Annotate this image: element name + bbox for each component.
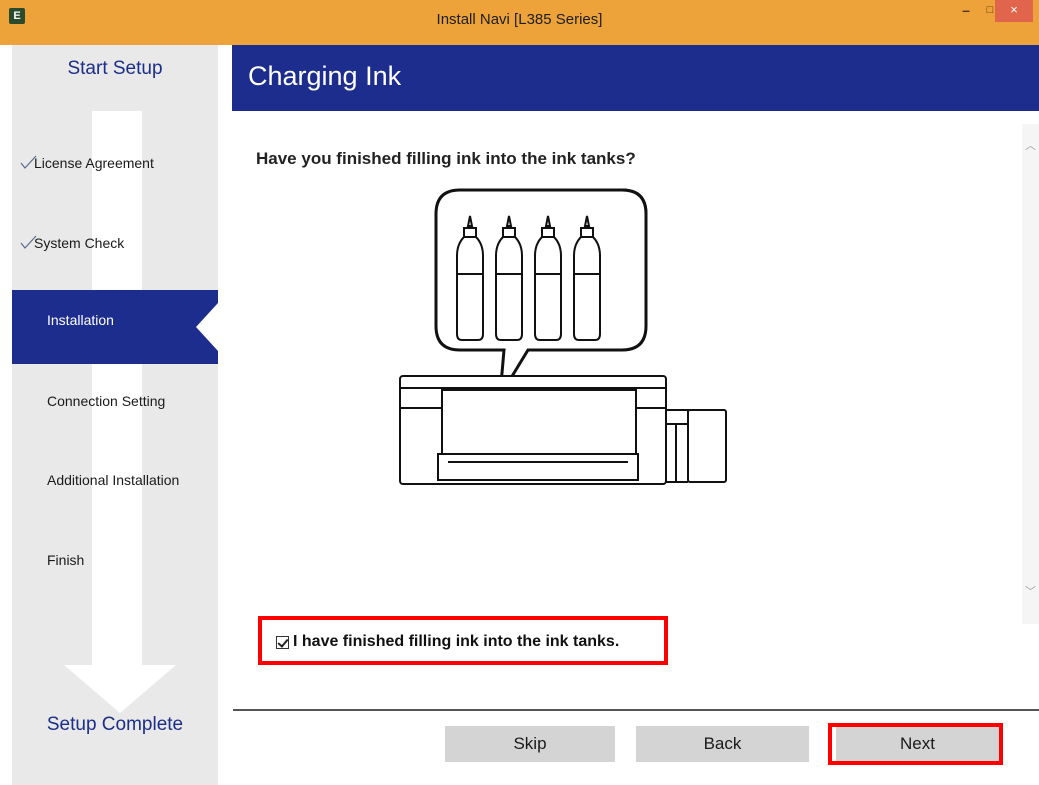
step-sidebar: Start Setup License Agreement System Che… xyxy=(12,45,218,785)
scroll-up-icon[interactable]: ︿ xyxy=(1022,138,1039,155)
title-bar: E Install Navi [L385 Series] – □ × xyxy=(0,0,1039,45)
start-setup-label: Start Setup xyxy=(12,45,218,111)
page-title: Charging Ink xyxy=(248,61,402,91)
progress-arrow-head xyxy=(64,665,176,713)
step-installation: Installation xyxy=(12,290,218,364)
step-label: Finish xyxy=(47,552,85,568)
next-button-highlight: Next xyxy=(828,723,1003,765)
step-connection-setting: Connection Setting xyxy=(12,386,218,416)
step-finish: Finish xyxy=(12,545,218,575)
window-title: Install Navi [L385 Series] xyxy=(436,11,603,28)
step-label: System Check xyxy=(34,235,125,251)
question-text: Have you finished filling ink into the i… xyxy=(256,149,636,168)
confirm-checkbox[interactable] xyxy=(276,636,289,649)
minimize-button[interactable]: – xyxy=(954,0,978,22)
back-button[interactable]: Back xyxy=(636,726,809,762)
step-additional-installation: Additional Installation xyxy=(12,465,218,495)
next-button[interactable]: Next xyxy=(836,727,999,761)
confirm-checkbox-label[interactable]: I have finished filling ink into the ink… xyxy=(293,633,619,651)
scroll-down-icon[interactable]: ﹀ xyxy=(1022,584,1039,601)
step-label: Installation xyxy=(47,312,114,328)
content-scrollbar[interactable]: ︿ ﹀ xyxy=(1022,124,1039,624)
step-system-check: System Check xyxy=(12,228,218,258)
step-label: Additional Installation xyxy=(47,472,180,488)
close-button[interactable]: × xyxy=(995,0,1033,22)
step-license-agreement: License Agreement xyxy=(12,148,218,178)
printer-icon xyxy=(398,186,730,486)
skip-button[interactable]: Skip xyxy=(445,726,615,762)
step-label: License Agreement xyxy=(34,155,154,171)
active-step-notch xyxy=(196,303,218,351)
confirm-checkbox-highlight[interactable]: I have finished filling ink into the ink… xyxy=(258,616,668,665)
footer-divider xyxy=(233,709,1039,711)
setup-complete-label: Setup Complete xyxy=(46,714,184,735)
page-header: Charging Ink xyxy=(232,45,1039,111)
step-label: Connection Setting xyxy=(47,393,166,409)
